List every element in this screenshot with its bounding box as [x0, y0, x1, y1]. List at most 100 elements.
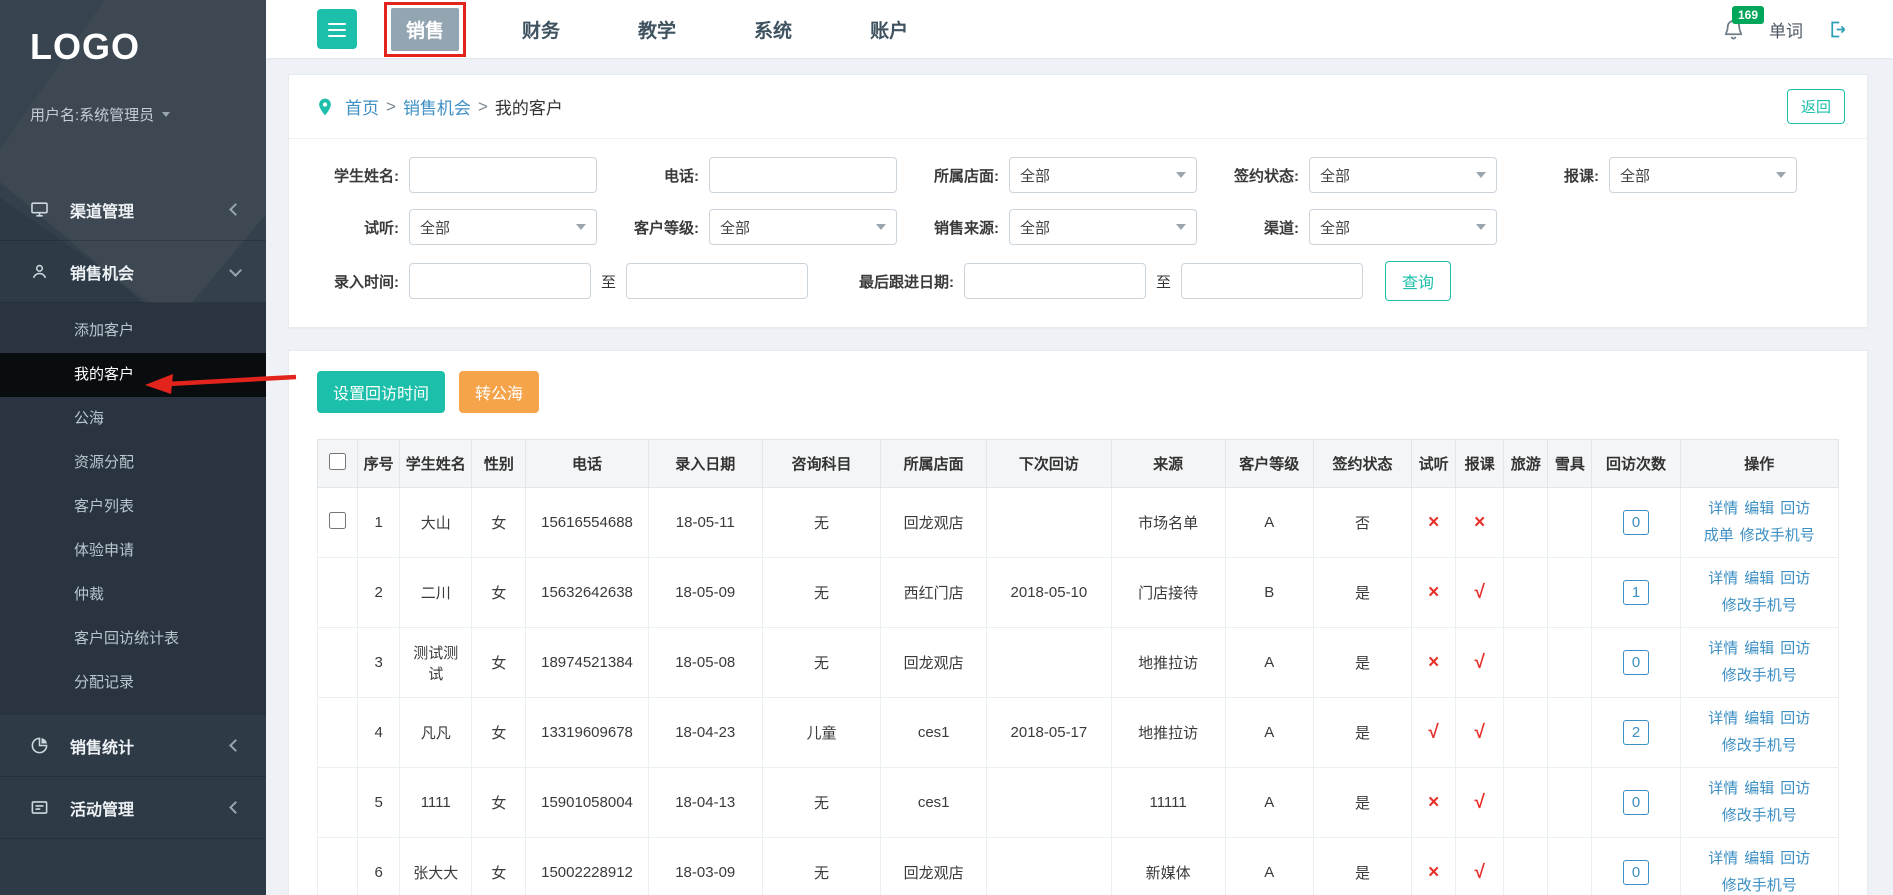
x-mark-icon: × [1455, 487, 1505, 558]
sidebar-group[interactable]: 渠道管理 [0, 179, 266, 241]
sidebar-group-label: 销售统计 [70, 739, 135, 757]
operation-link[interactable]: 修改手机号 [1722, 805, 1797, 828]
filter-rows: 学生姓名: 电话: 所属店面: 全部 签约状态: 全部 报课: 全部 试听: 全部 客户等级: 全部销… [309, 157, 1847, 245]
operation-link[interactable]: 编辑 [1744, 708, 1774, 731]
filter-input[interactable] [409, 157, 597, 193]
operation-link[interactable]: 成单 [1704, 525, 1734, 548]
followup-date-start-input[interactable] [964, 263, 1147, 299]
cell-travel [1503, 487, 1549, 558]
filter-select-value: 全部 [1020, 167, 1051, 185]
nav-item-label: 教学 [638, 20, 677, 42]
to-public-sea-button[interactable]: 转公海 [459, 371, 540, 413]
filter-input[interactable] [709, 157, 897, 193]
operation-link[interactable]: 详情 [1708, 848, 1738, 871]
breadcrumb-home-link[interactable]: 首页 [345, 94, 379, 119]
nav-item[interactable]: 销售 [384, 1, 467, 57]
operation-link[interactable]: 编辑 [1744, 848, 1774, 871]
table-row: 6 张大大女 15002228912 18-03-09 无回龙观店 新媒体 A 是 × √ 0 详情编… [316, 837, 1840, 895]
visit-count-button[interactable]: 0 [1622, 860, 1650, 885]
sidebar-subitem[interactable]: 添加客户 [0, 309, 266, 353]
operation-link[interactable]: 详情 [1708, 708, 1738, 731]
cell-visits: 0 [1591, 487, 1681, 558]
sidebar-subitem[interactable]: 客户列表 [0, 485, 266, 529]
table-row: 4 凡凡女 13319609678 18-04-23 儿童 ces1 2018-05-17 地… [316, 697, 1840, 768]
visit-count-button[interactable]: 0 [1622, 650, 1650, 675]
sidebar-subitem[interactable]: 分配记录 [0, 661, 266, 705]
hamburger-button[interactable] [317, 9, 357, 49]
filter-select[interactable]: 全部 [1009, 157, 1197, 193]
operation-link[interactable]: 编辑 [1744, 778, 1774, 801]
nav-item[interactable]: 账户 [855, 8, 923, 51]
row-checkbox[interactable] [329, 512, 347, 529]
operation-link[interactable]: 回访 [1780, 498, 1810, 521]
notifications-button[interactable]: 169 [1722, 5, 1765, 41]
filter-select[interactable]: 全部 [1009, 209, 1197, 245]
sidebar-group[interactable]: 销售统计 [0, 715, 266, 777]
logout-icon[interactable] [1827, 19, 1848, 40]
operation-link[interactable]: 回访 [1780, 708, 1810, 731]
followup-date-end-input[interactable] [1181, 263, 1364, 299]
operation-link[interactable]: 修改手机号 [1740, 525, 1815, 548]
filter-select[interactable]: 全部 [1309, 157, 1497, 193]
filter-select[interactable]: 全部 [1609, 157, 1797, 193]
operation-link[interactable]: 回访 [1780, 638, 1810, 661]
operation-link[interactable]: 修改手机号 [1722, 595, 1797, 618]
visit-count-button[interactable]: 2 [1622, 720, 1650, 745]
check-mark-icon: √ [1455, 557, 1505, 628]
card-icon [30, 798, 56, 817]
search-button[interactable]: 查询 [1385, 261, 1452, 301]
sidebar-group[interactable]: 活动管理 [0, 777, 266, 839]
operation-link[interactable]: 修改手机号 [1722, 735, 1797, 758]
cell-operations: 详情 编辑 回访成单 修改手机号 [1679, 487, 1840, 558]
cell-signed: 是 [1312, 627, 1413, 698]
visit-count-button[interactable]: 0 [1622, 510, 1650, 535]
select-all-checkbox[interactable] [329, 453, 347, 470]
set-visit-time-button[interactable]: 设置回访时间 [317, 371, 446, 413]
header-cell: 雪具 [1547, 439, 1593, 488]
sidebar-subitem[interactable]: 体验申请 [0, 529, 266, 573]
nav-item-label: 财务 [522, 20, 561, 42]
page-content: 首页 > 销售机会 > 我的客户 返回 学生姓名: 电话: 所属店面: 全部 签约状态:… [266, 58, 1893, 895]
nav-item[interactable]: 系统 [739, 8, 807, 51]
operation-link[interactable]: 回访 [1780, 778, 1810, 801]
operation-link[interactable]: 编辑 [1744, 498, 1774, 521]
filter-select[interactable]: 全部 [409, 209, 597, 245]
operation-link[interactable]: 编辑 [1744, 568, 1774, 591]
operation-link[interactable]: 修改手机号 [1722, 875, 1797, 895]
sidebar-subitem[interactable]: 我的客户 [0, 353, 266, 397]
nav-item[interactable]: 财务 [507, 8, 575, 51]
row-checkbox-cell [316, 627, 359, 698]
cell-travel [1503, 557, 1549, 628]
operation-link[interactable]: 详情 [1708, 778, 1738, 801]
word-link[interactable]: 单词 [1769, 17, 1803, 42]
filter-select[interactable]: 全部 [709, 209, 897, 245]
cell-operations: 详情 编辑 回访修改手机号 [1679, 627, 1840, 698]
operation-link[interactable]: 详情 [1708, 638, 1738, 661]
breadcrumb-sales-link[interactable]: 销售机会 [403, 94, 471, 119]
back-button[interactable]: 返回 [1786, 89, 1845, 124]
entry-date-end-input[interactable] [626, 263, 809, 299]
visit-count-button[interactable]: 0 [1622, 790, 1650, 815]
operation-link[interactable]: 详情 [1708, 568, 1738, 591]
nav-item[interactable]: 教学 [623, 8, 691, 51]
operation-link[interactable]: 详情 [1708, 498, 1738, 521]
operation-link[interactable]: 修改手机号 [1722, 665, 1797, 688]
sidebar-subitem[interactable]: 资源分配 [0, 441, 266, 485]
user-menu[interactable]: 用户名:系统管理员 [0, 104, 266, 125]
sidebar-subitem[interactable]: 客户回访统计表 [0, 617, 266, 661]
operation-link[interactable]: 编辑 [1744, 638, 1774, 661]
sidebar-group[interactable]: 销售机会 [0, 241, 266, 303]
header-cell: 序号 [357, 439, 401, 488]
sidebar-subitem[interactable]: 公海 [0, 397, 266, 441]
cell-source: 地推拉访 [1110, 697, 1226, 768]
visit-count-button[interactable]: 1 [1622, 580, 1650, 605]
filter-select[interactable]: 全部 [1309, 209, 1497, 245]
cell-no: 4 [357, 697, 401, 768]
entry-date-start-input[interactable] [409, 263, 591, 299]
header-cell: 旅游 [1503, 439, 1549, 488]
sidebar-subitem[interactable]: 仲裁 [0, 573, 266, 617]
operation-link[interactable]: 回访 [1780, 848, 1810, 871]
filter-label: 渠道: [1264, 219, 1299, 237]
operation-link[interactable]: 回访 [1780, 568, 1810, 591]
cell-phone: 18974521384 [525, 627, 649, 698]
